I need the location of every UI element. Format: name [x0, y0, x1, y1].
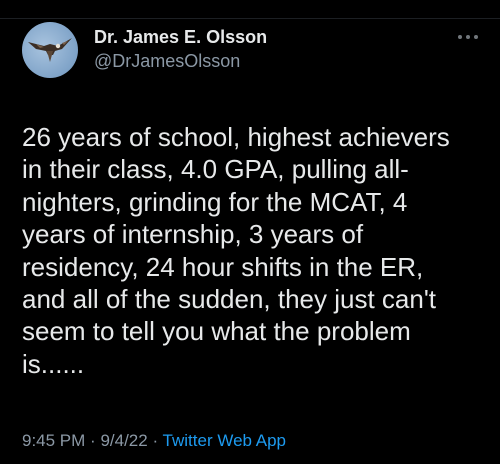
- tweet-line: nighters, grinding for the MCAT, 4: [22, 186, 408, 217]
- tweet-time[interactable]: 9:45 PM: [22, 431, 85, 450]
- tweet-line: is......: [22, 348, 85, 379]
- author-block: Dr. James E. Olsson @DrJamesOlsson: [94, 26, 267, 72]
- tweet-line: 26 years of school, highest achievers: [22, 122, 450, 152]
- meta-separator: ·: [90, 431, 96, 450]
- tweet-source-link[interactable]: Twitter Web App: [163, 431, 286, 450]
- tweet-line: in their class, 4.0 GPA, pulling all-: [22, 154, 409, 185]
- tweet-text: 26 years of school, highest achievers in…: [22, 121, 482, 380]
- tweet-line: and all of the sudden, they just can't: [22, 284, 437, 315]
- tweet-date[interactable]: 9/4/22: [100, 431, 147, 450]
- top-divider: [0, 0, 500, 19]
- tweet-line: seem to tell you what the problem: [22, 316, 411, 347]
- author-display-name[interactable]: Dr. James E. Olsson: [94, 26, 267, 48]
- more-horizontal-icon[interactable]: [455, 30, 481, 44]
- bird-icon: [28, 38, 72, 62]
- meta-separator: ·: [152, 431, 159, 450]
- tweet-card: Dr. James E. Olsson @DrJamesOlsson 26 ye…: [0, 0, 500, 464]
- avatar[interactable]: [22, 22, 78, 78]
- tweet-line: years of internship, 3 years of: [22, 219, 364, 250]
- tweet-meta: 9:45 PM · 9/4/22 · Twitter Web App: [22, 430, 286, 452]
- author-handle[interactable]: @DrJamesOlsson: [94, 50, 267, 72]
- tweet-line: residency, 24 hour shifts in the ER,: [22, 251, 424, 282]
